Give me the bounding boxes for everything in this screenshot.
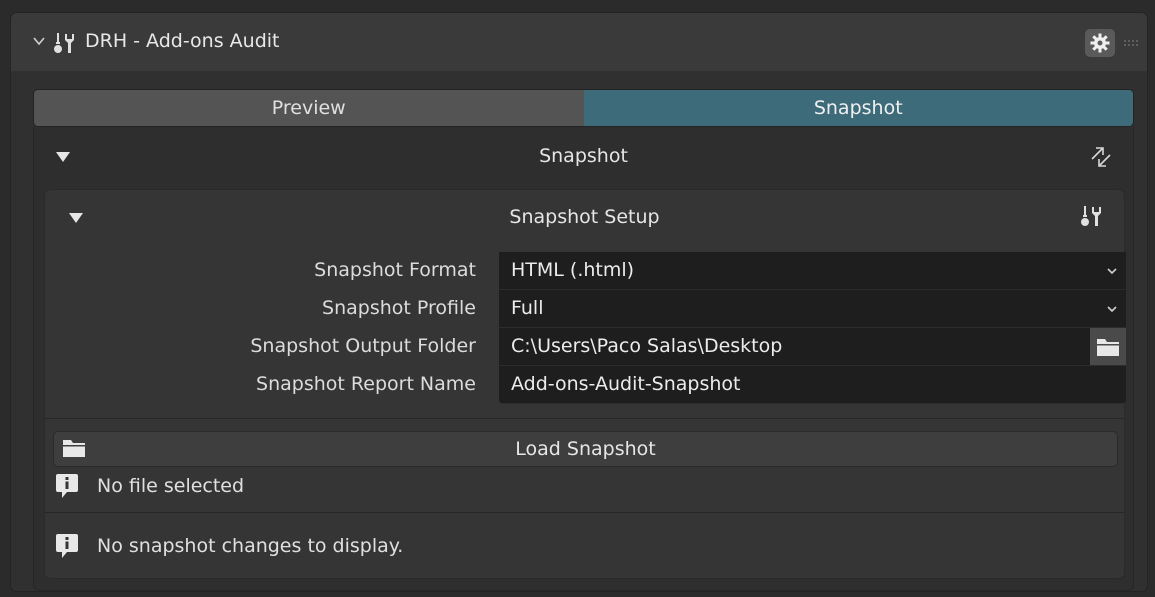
chevron-down-icon[interactable]: [33, 35, 45, 47]
snapshot-report-name-row: Snapshot Report Name Add-ons-Audit-Snaps…: [45, 366, 1126, 404]
snapshot-output-folder-label: Snapshot Output Folder: [250, 335, 476, 357]
changes-status-text: No snapshot changes to display.: [97, 535, 404, 557]
chevron-down-icon: [1107, 306, 1117, 313]
file-status-text: No file selected: [97, 475, 245, 497]
snapshot-output-folder-row: Snapshot Output Folder C:\Users\Paco Sal…: [45, 328, 1126, 366]
info-icon: [56, 474, 78, 498]
tool-icon: [54, 33, 74, 53]
snapshot-report-name-input[interactable]: Add-ons-Audit-Snapshot: [499, 366, 1126, 404]
tab-snapshot[interactable]: Snapshot: [583, 90, 1133, 126]
snapshot-setup-header[interactable]: Snapshot Setup: [45, 190, 1124, 246]
folder-icon: [63, 440, 85, 457]
snapshot-section-title: Snapshot: [539, 145, 628, 167]
divider: [45, 512, 1124, 513]
snapshot-format-value: HTML (.html): [511, 259, 635, 281]
load-snapshot-label: Load Snapshot: [515, 438, 656, 460]
addons-audit-panel: DRH - Add-ons Audit Preview Snapshot Sna…: [10, 12, 1148, 592]
tab-preview[interactable]: Preview: [34, 90, 584, 126]
snapshot-setup-title: Snapshot Setup: [509, 206, 660, 228]
panel-title: DRH - Add-ons Audit: [85, 30, 280, 52]
snapshot-report-name-label: Snapshot Report Name: [256, 373, 476, 395]
grip-icon[interactable]: [1123, 39, 1141, 47]
changes-status-message: No snapshot changes to display.: [55, 530, 403, 562]
snapshot-output-folder-input[interactable]: C:\Users\Paco Salas\Desktop: [499, 328, 1126, 366]
browse-folder-button[interactable]: [1090, 328, 1126, 365]
tab-bar: Preview Snapshot: [33, 89, 1134, 127]
tool-icon: [1081, 206, 1101, 226]
snapshot-profile-dropdown[interactable]: Full: [499, 290, 1126, 328]
snapshot-section-header[interactable]: Snapshot: [34, 127, 1133, 189]
chevron-down-icon: [1107, 268, 1117, 275]
info-icon: [56, 534, 78, 558]
snapshot-report-name-value: Add-ons-Audit-Snapshot: [511, 373, 741, 395]
panel-header[interactable]: DRH - Add-ons Audit: [11, 13, 1147, 71]
snapshot-profile-label: Snapshot Profile: [322, 297, 476, 319]
snapshot-format-dropdown[interactable]: HTML (.html): [499, 252, 1126, 290]
snapshot-setup-panel: Snapshot Setup Snapshot Format HTML (.ht…: [44, 189, 1126, 579]
file-status-message: No file selected: [55, 470, 244, 502]
snapshot-profile-row: Snapshot Profile Full: [45, 290, 1126, 328]
load-snapshot-button[interactable]: Load Snapshot: [53, 431, 1118, 467]
folder-icon: [1097, 338, 1119, 356]
swap-arrows-icon[interactable]: [1087, 143, 1115, 171]
snapshot-format-row: Snapshot Format HTML (.html): [45, 252, 1126, 290]
divider: [45, 418, 1124, 419]
snapshot-output-folder-value: C:\Users\Paco Salas\Desktop: [511, 335, 783, 357]
snapshot-format-label: Snapshot Format: [314, 259, 476, 281]
snapshot-profile-value: Full: [511, 297, 544, 319]
snapshot-subpanel: Snapshot Snapshot Setup Snapshot Format …: [33, 127, 1134, 591]
gear-icon[interactable]: [1085, 29, 1115, 57]
